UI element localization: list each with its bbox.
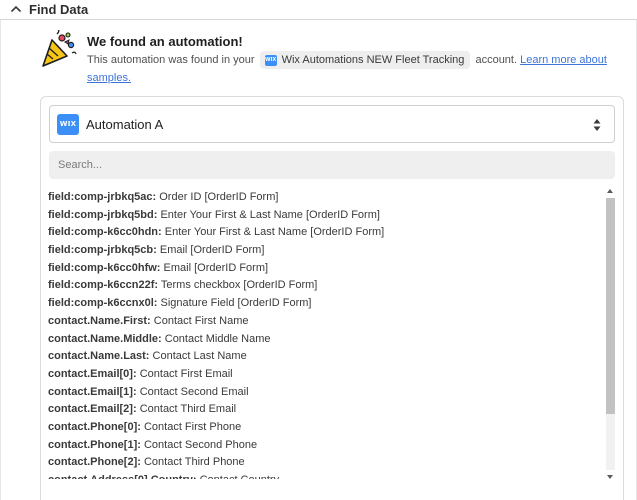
field-key: field:comp-k6ccn22f: xyxy=(48,279,159,292)
field-label: Contact Third Email xyxy=(139,403,237,416)
list-item[interactable]: contact.Email[2]: Contact Third Email xyxy=(48,401,603,419)
description-text-after: account. xyxy=(475,54,518,66)
wix-logo-icon: WIX xyxy=(264,54,277,66)
field-label: Email [OrderID Form] xyxy=(163,261,269,274)
list-item[interactable]: field:comp-k6ccn22f: Terms checkbox [Ord… xyxy=(48,277,603,295)
field-key: field:comp-jrbkq5cb: xyxy=(48,244,157,257)
list-item[interactable]: contact.Name.Middle: Contact Middle Name xyxy=(48,331,603,349)
field-label: Signature Field [OrderID Form] xyxy=(160,297,312,310)
field-key: contact.Email[2]: xyxy=(48,403,137,416)
field-key: field:comp-k6cc0hdn: xyxy=(48,226,162,239)
left-divider xyxy=(0,20,1,500)
field-key: field:comp-jrbkq5ac: xyxy=(48,191,157,203)
list-item[interactable]: field:comp-jrbkq5bd: Enter Your First & … xyxy=(48,207,603,225)
list-item[interactable]: contact.Address[0].Country: Contact Coun… xyxy=(48,472,603,479)
field-key: contact.Phone[2]: xyxy=(48,456,141,469)
wix-logo-icon: WIX xyxy=(57,114,79,135)
field-label: Enter Your First & Last Name [OrderID Fo… xyxy=(164,226,385,239)
automation-panel: WIX Automation A field:comp-jrbkq5ac: Or… xyxy=(40,96,624,500)
search-input[interactable] xyxy=(49,151,615,179)
section-title: Find Data xyxy=(29,2,89,17)
field-label: Enter Your First & Last Name [OrderID Fo… xyxy=(160,208,380,221)
found-automation-description: This automation was found in your WIX Wi… xyxy=(87,51,607,87)
scrollbar-thumb[interactable] xyxy=(606,198,615,414)
field-key: field:comp-jrbkq5bd: xyxy=(48,208,158,221)
list-item[interactable]: contact.Phone[1]: Contact Second Phone xyxy=(48,437,603,455)
list-item[interactable]: contact.Email[0]: Contact First Email xyxy=(48,366,603,384)
found-automation-title: We found an automation! xyxy=(87,34,243,49)
list-item[interactable]: field:comp-jrbkq5cb: Email [OrderID Form… xyxy=(48,242,603,260)
field-label: Contact First Phone xyxy=(143,420,242,433)
field-key: field:comp-k6cc0hfw: xyxy=(48,261,161,274)
field-label: Contact Country xyxy=(200,474,279,479)
automation-select[interactable]: WIX Automation A xyxy=(49,105,615,143)
list-scrollbar[interactable] xyxy=(604,188,616,482)
field-key: contact.Phone[0]: xyxy=(48,420,141,433)
list-item[interactable]: contact.Phone[0]: Contact First Phone xyxy=(48,419,603,437)
scroll-up-arrow-icon[interactable] xyxy=(607,189,613,193)
selected-automation: Automation A xyxy=(86,117,164,132)
field-label: Contact Third Phone xyxy=(143,456,245,469)
field-label: Contact First Name xyxy=(153,314,249,327)
list-item[interactable]: field:comp-k6cc0hfw: Email [OrderID Form… xyxy=(48,260,603,278)
up-down-chevron-icon xyxy=(593,119,601,131)
description-text: This automation was found in your xyxy=(87,54,255,66)
field-key: contact.Name.Last: xyxy=(48,350,150,363)
list-item[interactable]: field:comp-k6cc0hdn: Enter Your First & … xyxy=(48,224,603,242)
field-label: Contact Last Name xyxy=(152,350,247,363)
field-label: Contact First Email xyxy=(139,367,233,380)
find-data-header[interactable]: Find Data xyxy=(0,0,637,20)
list-item[interactable]: field:comp-k6ccnx0l: Signature Field [Or… xyxy=(48,295,603,313)
field-label: Contact Second Email xyxy=(139,385,249,398)
list-item[interactable]: contact.Phone[2]: Contact Third Phone xyxy=(48,454,603,472)
account-name: Wix Automations NEW Fleet Tracking xyxy=(281,54,465,67)
list-item[interactable]: contact.Email[1]: Contact Second Email xyxy=(48,384,603,402)
field-key: contact.Name.First: xyxy=(48,314,151,327)
field-list: field:comp-jrbkq5ac: Order ID [OrderID F… xyxy=(48,189,603,479)
field-key: contact.Email[1]: xyxy=(48,385,137,398)
list-item[interactable]: field:comp-jrbkq5ac: Order ID [OrderID F… xyxy=(48,189,603,207)
field-label: Order ID [OrderID Form] xyxy=(159,191,279,203)
field-label: Contact Second Phone xyxy=(143,438,258,451)
account-chip: WIX Wix Automations NEW Fleet Tracking xyxy=(259,51,471,70)
field-label: Contact Middle Name xyxy=(164,332,271,345)
scroll-down-arrow-icon[interactable] xyxy=(607,475,613,479)
field-label: Email [OrderID Form] xyxy=(159,244,265,257)
chevron-up-icon[interactable] xyxy=(10,3,22,15)
field-key: field:comp-k6ccnx0l: xyxy=(48,297,158,310)
list-item[interactable]: contact.Name.Last: Contact Last Name xyxy=(48,348,603,366)
field-key: contact.Email[0]: xyxy=(48,367,137,380)
field-key: contact.Name.Middle: xyxy=(48,332,162,345)
field-key: contact.Phone[1]: xyxy=(48,438,141,451)
field-key: contact.Address[0].Country: xyxy=(48,474,197,479)
list-item[interactable]: contact.Name.First: Contact First Name xyxy=(48,313,603,331)
party-popper-icon xyxy=(42,30,77,67)
field-label: Terms checkbox [OrderID Form] xyxy=(160,279,318,292)
